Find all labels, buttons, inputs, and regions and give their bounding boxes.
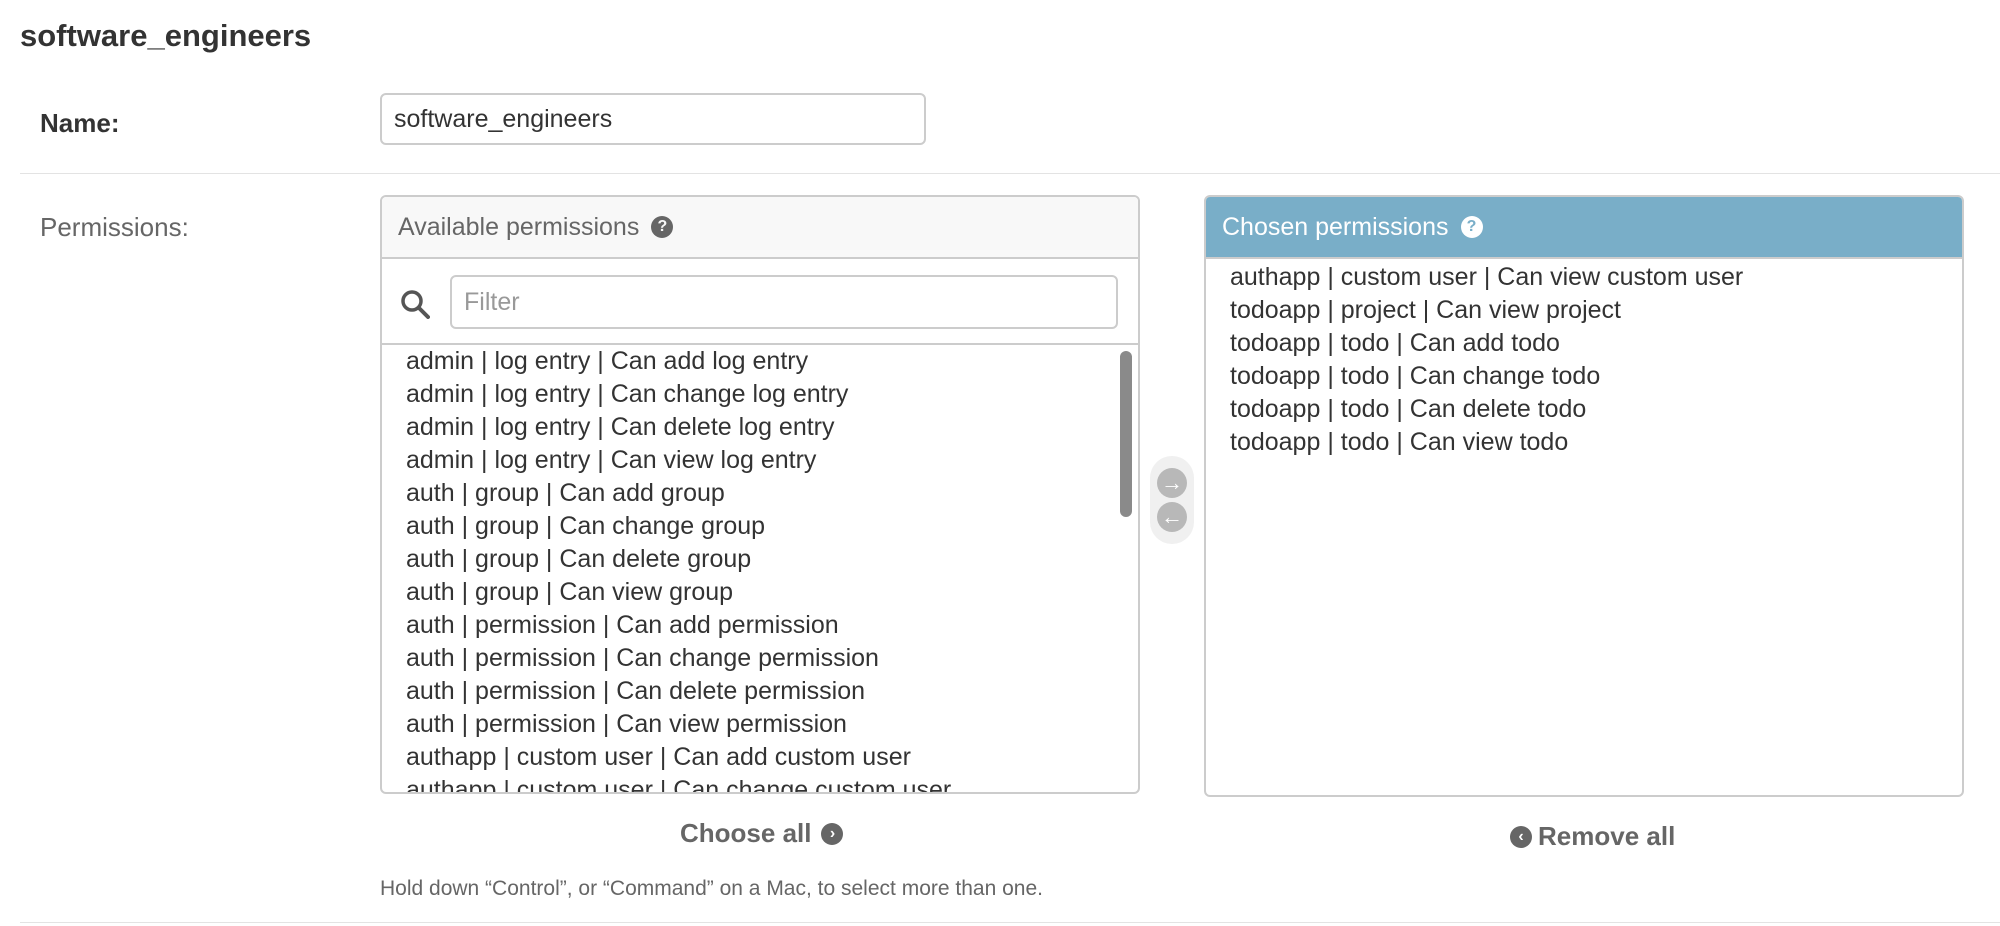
list-item[interactable]: admin | log entry | Can change log entry xyxy=(382,378,1138,411)
available-permissions-box: Available permissions ? admin | log entr… xyxy=(380,195,1140,794)
list-item[interactable]: auth | permission | Can view permission xyxy=(382,708,1138,741)
list-item[interactable]: todoapp | todo | Can change todo xyxy=(1206,360,1962,393)
chevron-left-icon: ‹ xyxy=(1510,825,1532,848)
remove-all-button[interactable]: ‹ Remove all xyxy=(1510,821,1675,852)
available-permissions-header: Available permissions ? xyxy=(382,197,1138,259)
available-permissions-title: Available permissions xyxy=(398,212,640,241)
help-text: Hold down “Control”, or “Command” on a M… xyxy=(380,877,1043,900)
list-item[interactable]: auth | group | Can change group xyxy=(382,510,1138,543)
list-item[interactable]: authapp | custom user | Can add custom u… xyxy=(382,741,1138,774)
list-item[interactable]: auth | permission | Can change permissio… xyxy=(382,642,1138,675)
filter-row xyxy=(382,259,1138,345)
list-item[interactable]: auth | group | Can add group xyxy=(382,477,1138,510)
list-item[interactable]: auth | permission | Can add permission xyxy=(382,609,1138,642)
arrow-right-icon[interactable]: → xyxy=(1157,468,1187,498)
list-item[interactable]: todoapp | todo | Can add todo xyxy=(1206,327,1962,360)
list-item[interactable]: todoapp | project | Can view project xyxy=(1206,294,1962,327)
chosen-permissions-header: Chosen permissions ? xyxy=(1206,197,1962,259)
list-item[interactable]: admin | log entry | Can add log entry xyxy=(382,345,1138,378)
name-input[interactable] xyxy=(380,93,926,145)
chosen-permissions-title: Chosen permissions xyxy=(1222,212,1449,241)
list-item[interactable]: authapp | custom user | Can change custo… xyxy=(382,774,1138,792)
choose-all-button[interactable]: Choose all › xyxy=(680,818,844,849)
page-title: software_engineers xyxy=(20,18,312,53)
row-divider xyxy=(20,922,2000,923)
search-icon xyxy=(401,290,430,319)
help-icon[interactable]: ? xyxy=(651,216,674,238)
remove-all-label: Remove all xyxy=(1538,821,1676,851)
arrow-left-icon[interactable]: ← xyxy=(1157,502,1187,532)
chosen-permissions-box: Chosen permissions ? authapp | custom us… xyxy=(1204,195,1964,797)
help-icon[interactable]: ? xyxy=(1460,216,1483,238)
selector-arrows: → ← xyxy=(1150,456,1194,544)
list-item[interactable]: todoapp | todo | Can view todo xyxy=(1206,426,1962,459)
list-item[interactable]: auth | group | Can delete group xyxy=(382,543,1138,576)
filter-input[interactable] xyxy=(450,275,1118,329)
scrollbar-thumb[interactable] xyxy=(1120,351,1132,517)
list-item[interactable]: admin | log entry | Can delete log entry xyxy=(382,411,1138,444)
available-permissions-list[interactable]: admin | log entry | Can add log entry ad… xyxy=(382,345,1138,792)
chevron-right-icon: › xyxy=(821,822,844,845)
list-item[interactable]: todoapp | todo | Can delete todo xyxy=(1206,393,1962,426)
list-item[interactable]: auth | group | Can view group xyxy=(382,576,1138,609)
row-divider xyxy=(20,173,2000,174)
chosen-permissions-list[interactable]: authapp | custom user | Can view custom … xyxy=(1206,259,1962,708)
choose-all-label: Choose all xyxy=(680,818,812,848)
permissions-label: Permissions: xyxy=(40,212,189,242)
list-item[interactable]: admin | log entry | Can view log entry xyxy=(382,444,1138,477)
list-item[interactable]: auth | permission | Can delete permissio… xyxy=(382,675,1138,708)
list-item[interactable]: authapp | custom user | Can view custom … xyxy=(1206,261,1962,294)
name-label: Name: xyxy=(40,108,120,138)
